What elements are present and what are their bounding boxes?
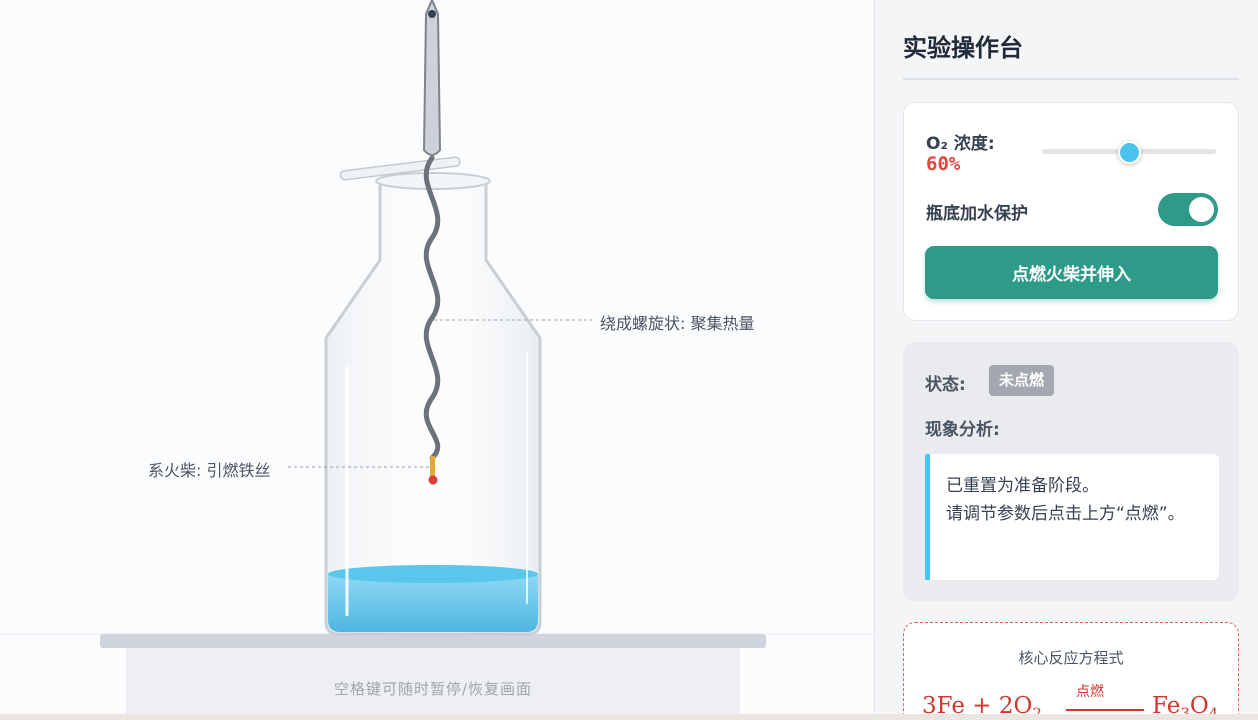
control-panel: 实验操作台 O₂ 浓度: 60% 瓶底加水保护 点燃火柴并伸入 状态: 未点燃 … xyxy=(874,0,1258,714)
pause-hint: 空格键可随时暂停/恢复画面 xyxy=(333,680,533,698)
panel-title: 实验操作台 xyxy=(903,34,1023,62)
products-fe: Fe xyxy=(1152,693,1181,714)
analysis-line: 请调节参数后点击上方“点燃”。 xyxy=(946,504,1185,524)
water-protection-toggle[interactable] xyxy=(1158,193,1218,226)
products-fe-subscript: 3 xyxy=(1180,704,1190,714)
experiment-stage[interactable]: 绕成螺旋状: 聚集热量 系火柴: 引燃铁丝 空格键可随时暂停/恢复画面 xyxy=(0,0,874,714)
slider-thumb[interactable] xyxy=(1118,141,1141,164)
equation-reactants: 3Fe + 2O2 xyxy=(922,693,1042,714)
tongs-pivot xyxy=(428,10,436,18)
reactants-text: 3Fe + 2O xyxy=(922,693,1033,714)
o2-concentration-slider[interactable] xyxy=(1042,141,1216,164)
equation-card: 核心反应方程式 3Fe + 2O2 点燃 Fe3O4 xyxy=(903,622,1239,714)
o2-concentration-value: 60% xyxy=(926,153,961,175)
water-protection-label: 瓶底加水保护 xyxy=(926,204,1028,224)
reaction-condition: 点燃 xyxy=(1076,684,1104,700)
match-head xyxy=(428,475,438,485)
analysis-line: 已重置为准备阶段。 xyxy=(946,476,1099,496)
reaction-arrow xyxy=(1066,709,1144,711)
equation-products: Fe3O4 xyxy=(1152,693,1218,714)
products-o-subscript: 4 xyxy=(1208,704,1219,714)
spiral-annotation: 绕成螺旋状: 聚集热量 xyxy=(600,314,755,333)
water-surface xyxy=(328,565,538,583)
bottle-scene xyxy=(0,0,874,714)
table-top xyxy=(100,634,766,648)
crucible-tongs xyxy=(422,0,442,156)
toggle-knob[interactable] xyxy=(1189,197,1214,222)
analysis-box: 已重置为准备阶段。 请调节参数后点击上方“点燃”。 xyxy=(925,454,1219,580)
controls-card: O₂ 浓度: 60% 瓶底加水保护 点燃火柴并伸入 xyxy=(903,102,1239,321)
analysis-label: 现象分析: xyxy=(925,420,1000,440)
ignite-button[interactable]: 点燃火柴并伸入 xyxy=(925,246,1218,299)
match-annotation: 系火柴: 引燃铁丝 xyxy=(148,461,271,480)
status-label: 状态: xyxy=(925,375,966,395)
status-card: 状态: 未点燃 现象分析: 已重置为准备阶段。 请调节参数后点击上方“点燃”。 xyxy=(903,342,1239,601)
bottle-rim xyxy=(375,172,491,190)
match-stick xyxy=(430,456,435,478)
products-o: O xyxy=(1189,693,1209,714)
o2-concentration-label: O₂ 浓度: xyxy=(926,134,995,154)
status-badge: 未点燃 xyxy=(989,365,1055,396)
title-divider xyxy=(903,78,1239,80)
reactants-subscript: 2 xyxy=(1032,704,1042,714)
equation-title: 核心反应方程式 xyxy=(1018,649,1124,667)
